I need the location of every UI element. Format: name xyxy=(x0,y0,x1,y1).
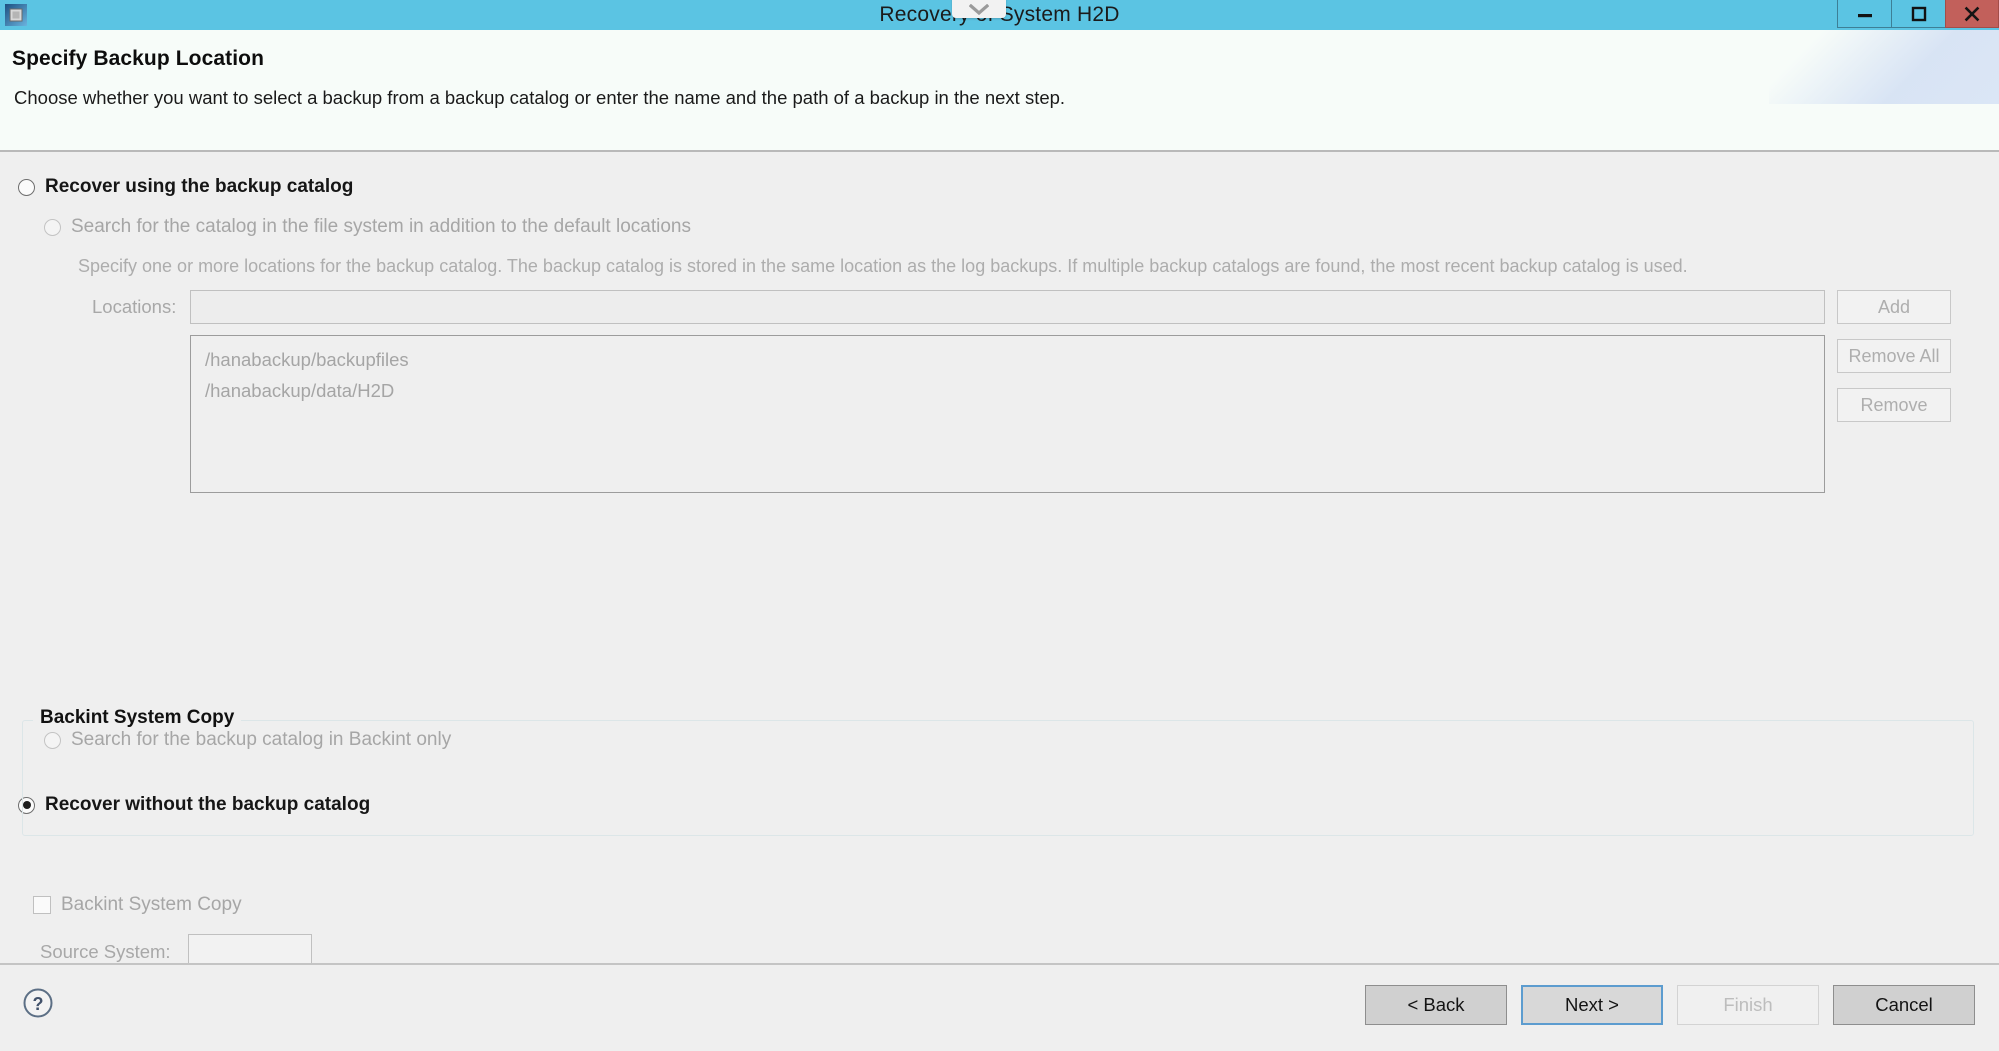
locations-input[interactable] xyxy=(190,290,1825,324)
wizard-content: Recover using the backup catalog Search … xyxy=(0,152,1999,966)
source-system-input[interactable] xyxy=(188,934,312,966)
wizard-footer: ? < Back Next > Finish Cancel xyxy=(0,963,1999,1051)
page-subtitle: Choose whether you want to select a back… xyxy=(14,87,1066,108)
add-button[interactable]: Add xyxy=(1837,290,1951,324)
locations-list[interactable]: /hanabackup/backupfiles /hanabackup/data… xyxy=(190,335,1825,493)
backint-group-title: Backint System Copy xyxy=(33,707,242,729)
backint-system-copy-group xyxy=(22,720,1974,836)
window-controls xyxy=(1837,0,1999,28)
svg-text:?: ? xyxy=(33,994,44,1014)
title-bar[interactable]: Recovery of System H2D xyxy=(0,0,1999,30)
finish-button[interactable]: Finish xyxy=(1677,985,1819,1025)
help-question-icon[interactable]: ? xyxy=(22,987,54,1019)
back-button[interactable]: < Back xyxy=(1365,985,1507,1025)
close-icon[interactable] xyxy=(1945,0,1999,28)
header-decoration xyxy=(1769,30,1999,104)
radio-indicator xyxy=(44,218,61,236)
cancel-button[interactable]: Cancel xyxy=(1833,985,1975,1025)
checkbox-indicator xyxy=(33,896,51,914)
locations-label: Locations: xyxy=(92,296,177,317)
checkbox-label: Backint System Copy xyxy=(61,894,242,915)
list-item[interactable]: /hanabackup/backupfiles xyxy=(205,344,1824,375)
chevron-down-icon[interactable] xyxy=(952,0,1006,18)
footer-button-group: < Back Next > Finish Cancel xyxy=(1365,985,1975,1025)
list-item[interactable]: /hanabackup/data/H2D xyxy=(205,375,1824,406)
remove-all-button[interactable]: Remove All xyxy=(1837,339,1951,373)
source-system-label: Source System: xyxy=(40,941,171,962)
radio-label: Search for the catalog in the file syste… xyxy=(71,216,691,237)
radio-recover-using-catalog[interactable]: Recover using the backup catalog xyxy=(18,176,353,198)
radio-search-filesystem[interactable]: Search for the catalog in the file syste… xyxy=(44,216,691,238)
next-button[interactable]: Next > xyxy=(1521,985,1663,1025)
remove-button[interactable]: Remove xyxy=(1837,388,1951,422)
minimize-icon[interactable] xyxy=(1837,0,1891,28)
radio-indicator xyxy=(18,178,35,196)
page-title: Specify Backup Location xyxy=(12,47,265,70)
catalog-description: Specify one or more locations for the ba… xyxy=(78,256,1688,276)
checkbox-backint-system-copy[interactable]: Backint System Copy xyxy=(33,894,242,916)
wizard-header: Specify Backup Location Choose whether y… xyxy=(0,30,1999,152)
maximize-icon[interactable] xyxy=(1891,0,1945,28)
radio-label: Recover using the backup catalog xyxy=(45,176,354,197)
